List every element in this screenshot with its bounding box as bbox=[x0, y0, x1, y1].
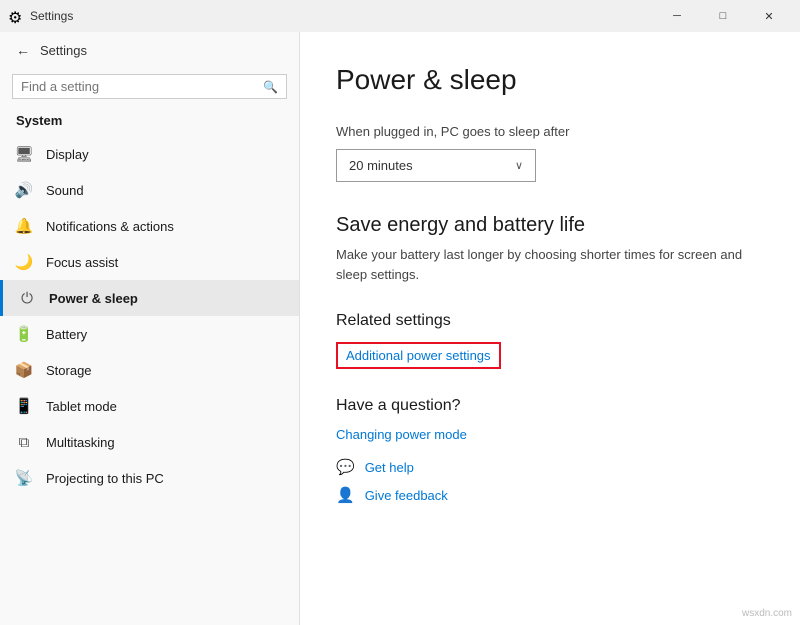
sidebar-item-label-battery: Battery bbox=[46, 327, 87, 342]
help-icon-1: 👤 bbox=[336, 486, 355, 504]
sidebar-item-label-focus: Focus assist bbox=[46, 255, 118, 270]
app-icon: ⚙ bbox=[8, 8, 24, 24]
tablet-icon: 📱 bbox=[16, 398, 32, 414]
help-label-0: Get help bbox=[365, 460, 414, 475]
maximize-button[interactable]: □ bbox=[700, 0, 746, 32]
energy-desc: Make your battery last longer by choosin… bbox=[336, 245, 764, 284]
back-arrow-icon: ← bbox=[16, 42, 30, 58]
close-button[interactable]: ✕ bbox=[746, 0, 792, 32]
sidebar-item-battery[interactable]: 🔋 Battery bbox=[0, 316, 299, 352]
app-container: ← Settings 🔍 System 🖥 Display 🔊 Sound 🔔 … bbox=[0, 32, 800, 625]
sidebar-item-multitasking[interactable]: ⧉ Multitasking bbox=[0, 424, 299, 460]
focus-icon: 🌙 bbox=[16, 254, 32, 270]
sidebar-item-label-tablet: Tablet mode bbox=[46, 399, 117, 414]
help-label-1: Give feedback bbox=[365, 488, 448, 503]
sidebar: ← Settings 🔍 System 🖥 Display 🔊 Sound 🔔 … bbox=[0, 32, 300, 625]
sidebar-item-label-multitasking: Multitasking bbox=[46, 435, 115, 450]
sidebar-item-display[interactable]: 🖥 Display bbox=[0, 136, 299, 172]
sleep-dropdown-wrapper: 20 minutes ∨ bbox=[336, 149, 764, 182]
titlebar-title: Settings bbox=[30, 9, 654, 23]
sidebar-item-label-sound: Sound bbox=[46, 183, 84, 198]
sleep-label: When plugged in, PC goes to sleep after bbox=[336, 124, 764, 139]
sidebar-item-label-storage: Storage bbox=[46, 363, 92, 378]
related-settings-title: Related settings bbox=[336, 312, 764, 330]
minimize-button[interactable]: ─ bbox=[654, 0, 700, 32]
energy-title: Save energy and battery life bbox=[336, 214, 764, 237]
help-icon-0: 💬 bbox=[336, 458, 355, 476]
multitasking-icon: ⧉ bbox=[16, 434, 32, 450]
sidebar-item-focus[interactable]: 🌙 Focus assist bbox=[0, 244, 299, 280]
battery-icon: 🔋 bbox=[16, 326, 32, 342]
search-box: 🔍 bbox=[12, 74, 287, 99]
additional-power-settings-link[interactable]: Additional power settings bbox=[336, 342, 501, 369]
storage-icon: 📦 bbox=[16, 362, 32, 378]
sidebar-item-tablet[interactable]: 📱 Tablet mode bbox=[0, 388, 299, 424]
sidebar-item-sound[interactable]: 🔊 Sound bbox=[0, 172, 299, 208]
page-title: Power & sleep bbox=[336, 64, 764, 96]
sidebar-item-projecting[interactable]: 📡 Projecting to this PC bbox=[0, 460, 299, 496]
watermark: wsxdn.com bbox=[742, 608, 792, 619]
help-item-0[interactable]: 💬 Get help bbox=[336, 458, 764, 476]
sidebar-item-label-projecting: Projecting to this PC bbox=[46, 471, 164, 486]
nav-list: 🖥 Display 🔊 Sound 🔔 Notifications & acti… bbox=[0, 136, 299, 496]
display-icon: 🖥 bbox=[16, 146, 32, 162]
sidebar-section-label: System bbox=[0, 109, 299, 136]
sidebar-item-storage[interactable]: 📦 Storage bbox=[0, 352, 299, 388]
changing-power-mode-link[interactable]: Changing power mode bbox=[336, 427, 764, 442]
titlebar-controls: ─ □ ✕ bbox=[654, 0, 792, 32]
sidebar-item-notifications[interactable]: 🔔 Notifications & actions bbox=[0, 208, 299, 244]
titlebar: ⚙ Settings ─ □ ✕ bbox=[0, 0, 800, 32]
chevron-down-icon: ∨ bbox=[515, 159, 523, 172]
content-area: Power & sleep When plugged in, PC goes t… bbox=[300, 32, 800, 625]
back-button[interactable]: ← Settings bbox=[0, 32, 299, 68]
back-label: Settings bbox=[40, 43, 87, 58]
sidebar-item-label-display: Display bbox=[46, 147, 89, 162]
sleep-dropdown[interactable]: 20 minutes ∨ bbox=[336, 149, 536, 182]
sidebar-item-power[interactable]: ⏻ Power & sleep bbox=[0, 280, 299, 316]
sound-icon: 🔊 bbox=[16, 182, 32, 198]
help-item-1[interactable]: 👤 Give feedback bbox=[336, 486, 764, 504]
search-input[interactable] bbox=[21, 79, 257, 94]
notifications-icon: 🔔 bbox=[16, 218, 32, 234]
sidebar-item-label-power: Power & sleep bbox=[49, 291, 138, 306]
search-icon[interactable]: 🔍 bbox=[263, 80, 278, 94]
projecting-icon: 📡 bbox=[16, 470, 32, 486]
sleep-dropdown-value: 20 minutes bbox=[349, 158, 413, 173]
power-icon: ⏻ bbox=[19, 290, 35, 306]
question-title: Have a question? bbox=[336, 397, 764, 415]
sidebar-item-label-notifications: Notifications & actions bbox=[46, 219, 174, 234]
help-items-list: 💬 Get help 👤 Give feedback bbox=[336, 458, 764, 504]
